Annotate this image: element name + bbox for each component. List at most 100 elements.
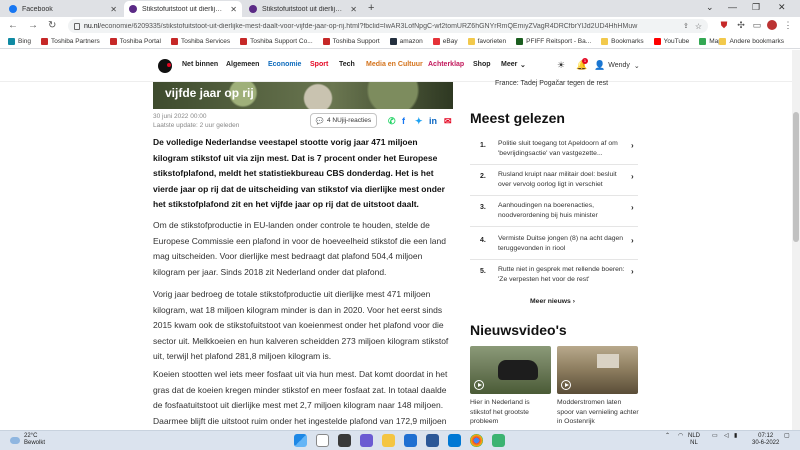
nav-algemeen[interactable]: Algemeen xyxy=(226,61,259,68)
bookmark-other[interactable]: Andere bookmarks xyxy=(719,38,784,45)
close-icon[interactable]: ✕ xyxy=(230,5,237,14)
dark-mode-icon[interactable]: ☀ xyxy=(557,60,565,71)
bookmark-toshiba-support[interactable]: Toshiba Support xyxy=(322,38,380,45)
nav-net-binnen[interactable]: Net binnen xyxy=(182,61,218,68)
sidebar-icon[interactable]: ▭ xyxy=(752,20,762,30)
back-icon[interactable]: ← xyxy=(8,20,18,31)
teams-icon[interactable] xyxy=(360,434,373,447)
windows-taskbar: 22°C Bewolkt ⌃ ◠ NLD NL ▭ ◁ ▮ 07:12 30-6… xyxy=(0,430,800,450)
app-icon[interactable] xyxy=(492,434,505,447)
tab-article-active[interactable]: Stikstofuitstoot uit dierlijke mest ✕ xyxy=(124,1,242,17)
facebook-icon xyxy=(9,5,17,13)
bookmark-amazon[interactable]: amazon xyxy=(389,38,423,45)
mail-icon[interactable]: ✉ xyxy=(444,116,452,127)
nu-logo[interactable] xyxy=(158,59,172,73)
video-thumbnail[interactable] xyxy=(470,346,551,394)
tab-facebook[interactable]: Facebook ✕ xyxy=(4,1,122,17)
page-scrollbar[interactable] xyxy=(792,50,800,430)
bookmark-toshiba-partners[interactable]: Toshiba Partners xyxy=(41,38,100,45)
video-title[interactable]: Modderstromen laten spoor van vernieling… xyxy=(557,398,639,427)
language-indicator[interactable]: NLD NL xyxy=(688,433,700,447)
folder-icon xyxy=(601,38,609,45)
most-read-item[interactable]: 4. Vermiste Duitse jongen (8) na acht da… xyxy=(470,234,638,262)
house-shape xyxy=(597,354,619,368)
network-icon[interactable]: ▭ xyxy=(712,433,718,440)
weather-condition: Bewolkt xyxy=(24,440,46,446)
chevron-right-icon: › xyxy=(572,298,575,305)
windows-start-icon[interactable] xyxy=(294,434,307,447)
bookmark-bookmarks[interactable]: Bookmarks xyxy=(601,38,644,45)
user-icon: 👤 xyxy=(594,60,606,70)
nav-economie[interactable]: Economie xyxy=(268,61,301,68)
extensions-icon[interactable]: ✣ xyxy=(736,20,746,30)
sidebar-teaser[interactable]: France: Tadej Pogačar tegen de rest xyxy=(470,80,608,87)
nav-media-en-cultuur[interactable]: Media en Cultuur xyxy=(366,61,423,68)
chrome-icon[interactable] xyxy=(470,434,483,447)
bookmark-toshiba-services[interactable]: Toshiba Services xyxy=(171,38,230,45)
notification-badge: 1 xyxy=(582,58,588,64)
ebay-icon xyxy=(432,38,440,45)
forward-icon[interactable]: → xyxy=(28,20,38,31)
edge-icon[interactable] xyxy=(404,434,417,447)
minimize-icon[interactable]: — xyxy=(728,2,737,12)
weather-widget[interactable]: 22°C Bewolkt xyxy=(10,433,45,447)
battery-icon[interactable]: ▮ xyxy=(734,433,737,440)
bookmark-bing[interactable]: Bing xyxy=(8,38,31,45)
linkedin-icon[interactable]: in xyxy=(429,116,437,126)
wifi-icon[interactable]: ◠ xyxy=(678,433,683,440)
most-read-item[interactable]: 3. Aanhoudingen na boerenacties, noodver… xyxy=(470,201,638,229)
article-paragraph: Vorig jaar bedroeg de totale stikstofpro… xyxy=(153,289,449,362)
bookmark-ebay[interactable]: eBay xyxy=(432,38,458,45)
chevron-up-icon[interactable]: ⌃ xyxy=(665,433,670,440)
bookmark-favorieten[interactable]: favorieten xyxy=(467,38,506,45)
notifications-icon[interactable]: ▢ xyxy=(784,433,790,440)
maximize-icon[interactable]: ❐ xyxy=(752,2,760,13)
twitter-icon[interactable]: ✦ xyxy=(415,116,423,127)
nav-achterklap[interactable]: Achterklap xyxy=(428,61,464,68)
bookmark-toshiba-portal[interactable]: Toshiba Portal xyxy=(109,38,161,45)
video-thumbnail[interactable] xyxy=(557,346,638,394)
clock[interactable]: 07:12 30-6-2022 xyxy=(752,433,779,447)
address-bar[interactable]: nu.nl/economie/6209335/stikstofuitstoot-… xyxy=(68,19,708,33)
close-window-icon[interactable]: ✕ xyxy=(778,2,786,13)
chevron-down-icon[interactable]: ⌄ xyxy=(520,61,526,69)
scrollbar-thumb[interactable] xyxy=(793,112,799,242)
bookmark-toshiba-support-co[interactable]: Toshiba Support Co... xyxy=(240,38,313,45)
user-menu[interactable]: 👤 Wendy ⌄ xyxy=(594,60,640,71)
chevron-down-icon: ⌄ xyxy=(633,62,640,70)
nav-tech[interactable]: Tech xyxy=(339,61,355,68)
share-icon[interactable]: ⇪ xyxy=(683,22,689,30)
nav-meer[interactable]: Meer xyxy=(501,61,517,68)
menu-icon[interactable]: ⋮ xyxy=(783,20,793,30)
nav-sport[interactable]: Sport xyxy=(310,61,328,68)
video-title[interactable]: Hier in Nederland is stikstof het groots… xyxy=(470,398,552,427)
star-icon[interactable]: ☆ xyxy=(695,22,702,31)
new-tab-button[interactable]: + xyxy=(368,2,374,14)
file-explorer-icon[interactable] xyxy=(382,434,395,447)
close-icon[interactable]: ✕ xyxy=(350,5,357,14)
facebook-share-icon[interactable]: f xyxy=(402,116,405,126)
toshiba-icon xyxy=(171,38,178,45)
volume-icon[interactable]: ◁ xyxy=(724,433,729,440)
close-icon[interactable]: ✕ xyxy=(110,5,117,14)
task-view-icon[interactable] xyxy=(338,434,351,447)
extension-shield-icon[interactable]: ⛊ xyxy=(719,20,729,30)
bookmark-pfiff[interactable]: PFIFF Reitsport - Ba... xyxy=(516,38,591,45)
bookmark-youtube[interactable]: YouTube xyxy=(653,38,689,45)
reload-icon[interactable]: ↻ xyxy=(48,20,56,31)
store-icon[interactable] xyxy=(426,434,439,447)
nav-shop[interactable]: Shop xyxy=(473,61,491,68)
chevron-down-icon[interactable]: ⌄ xyxy=(706,2,714,13)
most-read-item[interactable]: 2. Rusland kruipt naar militair doel: be… xyxy=(470,170,638,198)
profile-avatar[interactable] xyxy=(767,20,777,30)
mail-app-icon[interactable] xyxy=(448,434,461,447)
search-icon[interactable] xyxy=(316,434,329,447)
tab-article[interactable]: Stikstofuitstoot uit dierlijke mest ✕ xyxy=(244,1,362,17)
chevron-right-icon: › xyxy=(631,172,634,181)
most-read-item[interactable]: 1. Politie sluit toegang tot Apeldoorn a… xyxy=(470,139,638,167)
most-read-item[interactable]: 5. Rutte niet in gesprek met rellende bo… xyxy=(470,265,638,293)
whatsapp-icon[interactable]: ✆ xyxy=(388,116,396,127)
more-news-link[interactable]: Meer nieuws › xyxy=(530,298,575,305)
toshiba-icon xyxy=(41,38,49,45)
reactions-button[interactable]: 💬 4 NUjij-reacties xyxy=(310,113,377,128)
